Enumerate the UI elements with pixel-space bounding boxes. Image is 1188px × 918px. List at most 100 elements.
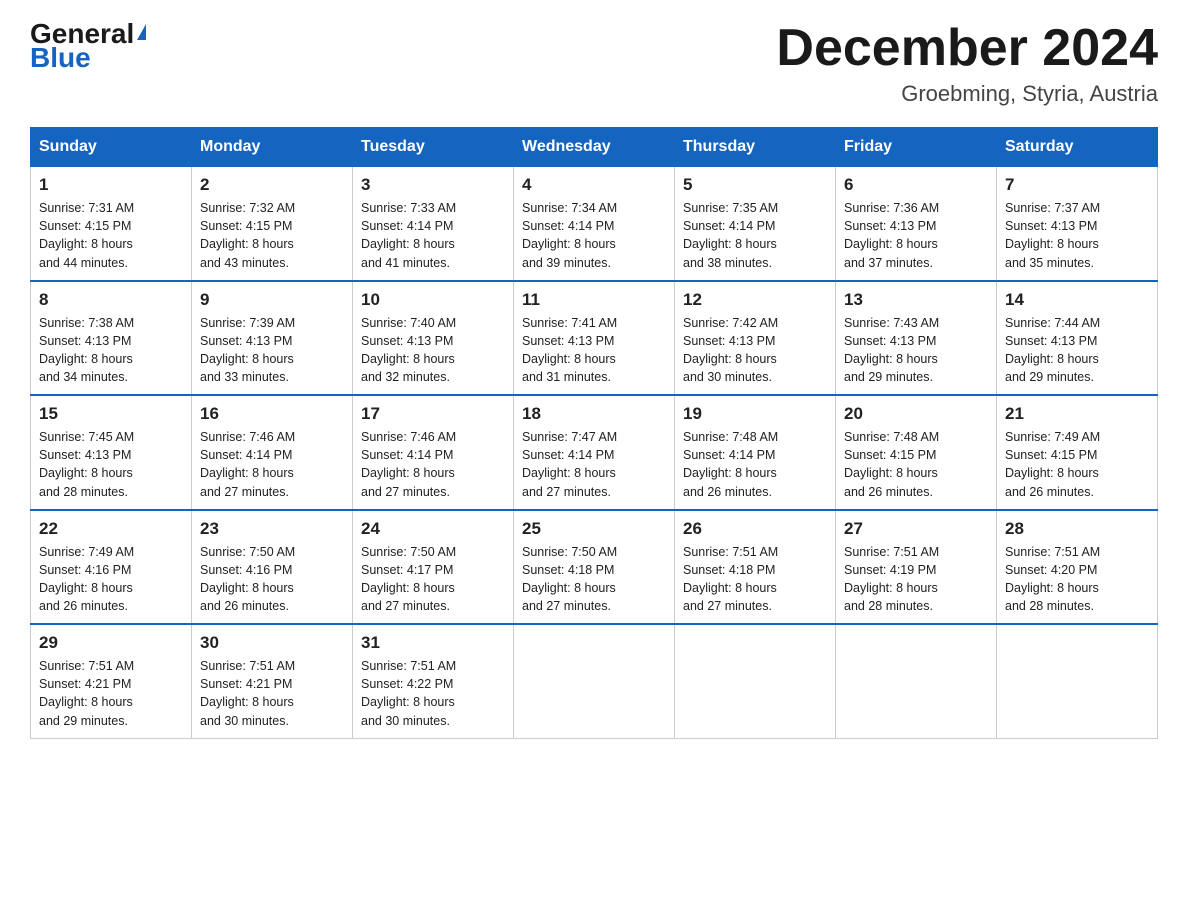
day-cell-31: 31Sunrise: 7:51 AMSunset: 4:22 PMDayligh… [353,624,514,738]
calendar-table: SundayMondayTuesdayWednesdayThursdayFrid… [30,127,1158,739]
day-cell-30: 30 Sunrise: 7:51 AMSunset: 4:21 PMDayligh… [192,624,353,738]
empty-cell [836,624,997,738]
day-info: Sunrise: 7:31 AMSunset: 4:15 PMDaylight:… [39,199,183,272]
day-number: 9 [200,290,344,310]
day-number: 24 [361,519,505,539]
week-row-2: 8 Sunrise: 7:38 AMSunset: 4:13 PMDaylight… [31,281,1158,396]
day-info: Sunrise: 7:38 AMSunset: 4:13 PMDaylight:… [39,314,183,387]
page-header: General Blue December 2024 Groebming, St… [30,20,1158,107]
week-row-3: 15 Sunrise: 7:45 AMSunset: 4:13 PMDayligh… [31,395,1158,510]
day-info: Sunrise: 7:39 AMSunset: 4:13 PMDaylight:… [200,314,344,387]
day-number: 3 [361,175,505,195]
header-monday: Monday [192,128,353,167]
day-info: Sunrise: 7:44 AMSunset: 4:13 PMDaylight:… [1005,314,1149,387]
empty-cell [514,624,675,738]
day-number: 28 [1005,519,1149,539]
month-title: December 2024 [776,20,1158,77]
day-number: 29 [39,633,183,653]
day-info: Sunrise: 7:51 AMSunset: 4:18 PMDaylight:… [683,543,827,616]
week-row-1: 1 Sunrise: 7:31 AMSunset: 4:15 PMDaylight… [31,167,1158,281]
day-number: 2 [200,175,344,195]
day-number: 11 [522,290,666,310]
day-cell-8: 8 Sunrise: 7:38 AMSunset: 4:13 PMDaylight… [31,281,192,396]
day-info: Sunrise: 7:50 AMSunset: 4:17 PMDaylight:… [361,543,505,616]
day-info: Sunrise: 7:36 AMSunset: 4:13 PMDaylight:… [844,199,988,272]
day-cell-11: 11Sunrise: 7:41 AMSunset: 4:13 PMDayligh… [514,281,675,396]
logo: General Blue [30,20,146,72]
day-number: 1 [39,175,183,195]
day-info: Sunrise: 7:51 AMSunset: 4:22 PMDaylight:… [361,657,505,730]
location: Groebming, Styria, Austria [776,81,1158,107]
day-number: 30 [200,633,344,653]
day-cell-18: 18 Sunrise: 7:47 AMSunset: 4:14 PMDayligh… [514,395,675,510]
day-info: Sunrise: 7:49 AMSunset: 4:16 PMDaylight:… [39,543,183,616]
day-cell-27: 27Sunrise: 7:51 AMSunset: 4:19 PMDayligh… [836,510,997,625]
day-info: Sunrise: 7:34 AMSunset: 4:14 PMDaylight:… [522,199,666,272]
day-cell-20: 20 Sunrise: 7:48 AMSunset: 4:15 PMDayligh… [836,395,997,510]
day-info: Sunrise: 7:51 AMSunset: 4:21 PMDaylight:… [39,657,183,730]
header-row: SundayMondayTuesdayWednesdayThursdayFrid… [31,128,1158,167]
day-info: Sunrise: 7:40 AMSunset: 4:13 PMDaylight:… [361,314,505,387]
day-cell-13: 13Sunrise: 7:43 AMSunset: 4:13 PMDayligh… [836,281,997,396]
day-cell-3: 3 Sunrise: 7:33 AMSunset: 4:14 PMDaylight… [353,167,514,281]
day-cell-4: 4 Sunrise: 7:34 AMSunset: 4:14 PMDaylight… [514,167,675,281]
empty-cell [997,624,1158,738]
day-info: Sunrise: 7:45 AMSunset: 4:13 PMDaylight:… [39,428,183,501]
day-cell-17: 17 Sunrise: 7:46 AMSunset: 4:14 PMDayligh… [353,395,514,510]
day-number: 15 [39,404,183,424]
day-info: Sunrise: 7:48 AMSunset: 4:15 PMDaylight:… [844,428,988,501]
day-info: Sunrise: 7:48 AMSunset: 4:14 PMDaylight:… [683,428,827,501]
day-info: Sunrise: 7:33 AMSunset: 4:14 PMDaylight:… [361,199,505,272]
header-saturday: Saturday [997,128,1158,167]
day-number: 12 [683,290,827,310]
day-info: Sunrise: 7:50 AMSunset: 4:18 PMDaylight:… [522,543,666,616]
day-number: 5 [683,175,827,195]
day-cell-6: 6 Sunrise: 7:36 AMSunset: 4:13 PMDaylight… [836,167,997,281]
day-info: Sunrise: 7:35 AMSunset: 4:14 PMDaylight:… [683,199,827,272]
day-info: Sunrise: 7:51 AMSunset: 4:19 PMDaylight:… [844,543,988,616]
day-info: Sunrise: 7:42 AMSunset: 4:13 PMDaylight:… [683,314,827,387]
day-info: Sunrise: 7:47 AMSunset: 4:14 PMDaylight:… [522,428,666,501]
day-number: 8 [39,290,183,310]
day-cell-22: 22Sunrise: 7:49 AMSunset: 4:16 PMDayligh… [31,510,192,625]
day-info: Sunrise: 7:49 AMSunset: 4:15 PMDaylight:… [1005,428,1149,501]
day-cell-16: 16 Sunrise: 7:46 AMSunset: 4:14 PMDayligh… [192,395,353,510]
day-cell-9: 9 Sunrise: 7:39 AMSunset: 4:13 PMDaylight… [192,281,353,396]
day-cell-2: 2Sunrise: 7:32 AMSunset: 4:15 PMDaylight… [192,167,353,281]
week-row-5: 29 Sunrise: 7:51 AMSunset: 4:21 PMDayligh… [31,624,1158,738]
day-cell-29: 29 Sunrise: 7:51 AMSunset: 4:21 PMDayligh… [31,624,192,738]
day-number: 6 [844,175,988,195]
title-area: December 2024 Groebming, Styria, Austria [776,20,1158,107]
header-wednesday: Wednesday [514,128,675,167]
day-number: 23 [200,519,344,539]
logo-triangle-icon [137,24,146,40]
day-number: 4 [522,175,666,195]
day-cell-28: 28Sunrise: 7:51 AMSunset: 4:20 PMDayligh… [997,510,1158,625]
day-info: Sunrise: 7:50 AMSunset: 4:16 PMDaylight:… [200,543,344,616]
day-info: Sunrise: 7:51 AMSunset: 4:21 PMDaylight:… [200,657,344,730]
header-thursday: Thursday [675,128,836,167]
day-info: Sunrise: 7:37 AMSunset: 4:13 PMDaylight:… [1005,199,1149,272]
day-number: 26 [683,519,827,539]
day-cell-14: 14 Sunrise: 7:44 AMSunset: 4:13 PMDayligh… [997,281,1158,396]
day-info: Sunrise: 7:46 AMSunset: 4:14 PMDaylight:… [200,428,344,501]
day-cell-25: 25 Sunrise: 7:50 AMSunset: 4:18 PMDayligh… [514,510,675,625]
day-cell-7: 7 Sunrise: 7:37 AMSunset: 4:13 PMDaylight… [997,167,1158,281]
day-number: 17 [361,404,505,424]
day-number: 10 [361,290,505,310]
day-cell-26: 26 Sunrise: 7:51 AMSunset: 4:18 PMDayligh… [675,510,836,625]
day-number: 14 [1005,290,1149,310]
day-number: 18 [522,404,666,424]
day-number: 19 [683,404,827,424]
day-cell-5: 5 Sunrise: 7:35 AMSunset: 4:14 PMDaylight… [675,167,836,281]
header-friday: Friday [836,128,997,167]
day-number: 13 [844,290,988,310]
day-number: 20 [844,404,988,424]
day-cell-10: 10 Sunrise: 7:40 AMSunset: 4:13 PMDayligh… [353,281,514,396]
day-cell-21: 21Sunrise: 7:49 AMSunset: 4:15 PMDayligh… [997,395,1158,510]
day-cell-15: 15 Sunrise: 7:45 AMSunset: 4:13 PMDayligh… [31,395,192,510]
day-number: 7 [1005,175,1149,195]
day-number: 16 [200,404,344,424]
day-number: 25 [522,519,666,539]
day-info: Sunrise: 7:46 AMSunset: 4:14 PMDaylight:… [361,428,505,501]
